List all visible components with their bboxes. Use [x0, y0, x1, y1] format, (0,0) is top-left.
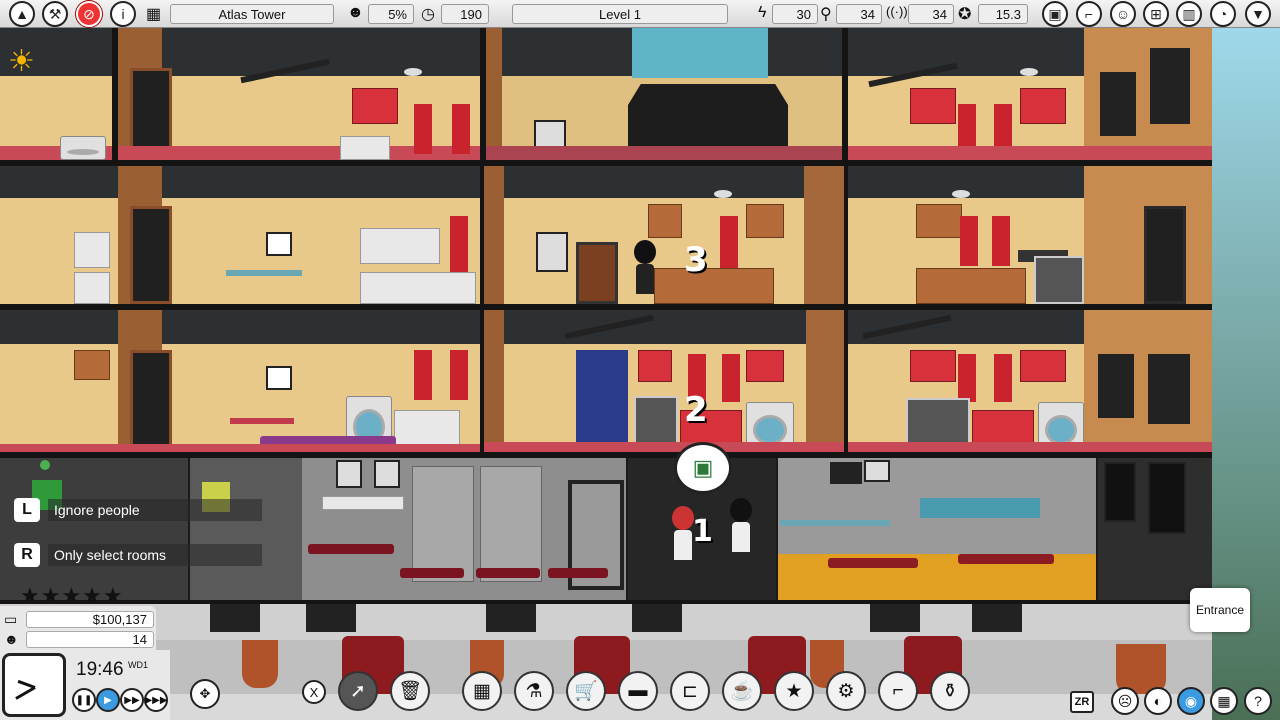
pie-chart-icon[interactable]: ◔	[1210, 1, 1236, 27]
clock-panel: 19:46 WD1 ❚❚ ▶ ▶▶ ▶▶▶	[0, 650, 170, 720]
cursor-icon[interactable]: ➚	[338, 671, 378, 711]
dining-table[interactable]	[230, 418, 294, 424]
info-icon[interactable]: i	[110, 1, 136, 27]
elevator-shaft-room[interactable]	[484, 28, 844, 160]
entrance-button[interactable]: Entrance	[1190, 588, 1250, 632]
key-r: R	[14, 543, 40, 567]
desk[interactable]	[780, 520, 890, 526]
utility-room[interactable]	[0, 458, 188, 600]
corner-room[interactable]	[1098, 458, 1212, 600]
apartment-room[interactable]	[0, 166, 480, 304]
potted-plant	[242, 640, 278, 688]
rating-value: 15.3	[978, 4, 1028, 24]
network-icon[interactable]: ⊞	[1143, 1, 1169, 27]
contrast-icon[interactable]: ◐	[1144, 687, 1172, 715]
money-icon: ▭	[4, 610, 18, 627]
fast-forward-button[interactable]: ▶▶	[120, 688, 144, 712]
play-button[interactable]: ▶	[96, 688, 120, 712]
resident-character[interactable]	[730, 498, 752, 552]
trash-icon[interactable]: 🗑	[390, 671, 430, 711]
exam-bed[interactable]	[920, 498, 1040, 518]
smiley-icon: ☻	[347, 4, 364, 21]
signal-value: 34	[908, 4, 954, 24]
grid-icon[interactable]: ▦	[1210, 687, 1238, 715]
key-x: X	[302, 680, 326, 704]
time-value: 190	[441, 4, 489, 24]
rating-icon: ✪	[958, 6, 972, 23]
wardrobe[interactable]	[576, 350, 628, 452]
hint-text: Ignore people	[48, 499, 262, 521]
resident-character[interactable]	[672, 506, 694, 560]
hint-only-select-rooms: R Only select rooms	[14, 542, 262, 568]
wc-stall-door[interactable]	[480, 466, 542, 582]
floor-number-1: 1	[692, 514, 713, 549]
no-entry-icon[interactable]: ⊘	[76, 1, 102, 27]
coffee-icon[interactable]: ☕	[722, 671, 762, 711]
apartment-room[interactable]: 2	[484, 310, 844, 452]
elevator-car[interactable]	[628, 84, 788, 154]
dropdown-icon[interactable]: ▼	[1245, 1, 1271, 27]
stats-panel: ▭ $100,137 ☻ 14	[0, 606, 156, 650]
clock-icon: ◷	[421, 6, 435, 23]
cart-icon[interactable]: 🛒	[566, 671, 606, 711]
apartment-room[interactable]	[848, 310, 1212, 452]
population-value: 14	[26, 630, 154, 648]
sun-icon: ☀	[8, 45, 35, 78]
satisfaction-value: 5%	[368, 4, 414, 24]
apartment-room[interactable]	[848, 28, 1212, 160]
stars-icon[interactable]: ★	[774, 671, 814, 711]
tower-name-field[interactable]: Atlas Tower	[170, 4, 334, 24]
bar-chart-icon[interactable]: ▥	[1176, 1, 1202, 27]
vase-icon[interactable]: ⚱	[930, 671, 970, 711]
population-icon: ☻	[4, 631, 19, 647]
up-arrow-icon[interactable]: ▲	[9, 1, 35, 27]
water-icon: ⚲	[820, 6, 832, 23]
money-value: $100,137	[26, 610, 154, 628]
fastest-button[interactable]: ▶▶▶	[144, 688, 168, 712]
building-icon: ▦	[146, 6, 162, 23]
resident-character[interactable]	[634, 240, 656, 294]
clock-day: WD1	[128, 660, 148, 670]
status-light-icon	[40, 460, 50, 470]
power-value: 30	[772, 4, 818, 24]
apartment-room[interactable]	[0, 310, 480, 452]
bed-icon[interactable]: ⊏	[670, 671, 710, 711]
building-view[interactable]: 3 2 1 ▣ ☀	[0, 28, 1280, 720]
eye-icon[interactable]: ◉	[1177, 687, 1205, 715]
power-icon: ϟ	[758, 4, 767, 21]
hint-text: Only select rooms	[48, 544, 262, 566]
controller-icon[interactable]: ✥	[190, 679, 220, 709]
cube-icon[interactable]: ▣	[1042, 1, 1068, 27]
help-icon[interactable]: ?	[1244, 687, 1272, 715]
people-icon[interactable]: ☺	[1110, 1, 1136, 27]
stairs-icon[interactable]: ⌐	[878, 671, 918, 711]
analog-clock-icon	[2, 653, 66, 717]
sad-face-icon[interactable]: ☹	[1111, 687, 1139, 715]
wc-stall-door[interactable]	[412, 466, 474, 582]
apartment-room[interactable]	[0, 28, 480, 160]
floor-number-3: 3	[684, 240, 708, 280]
hammer-icon[interactable]: ⚒	[42, 1, 68, 27]
add-room-icon[interactable]: ▦	[462, 671, 502, 711]
apartment-room[interactable]	[848, 166, 1212, 304]
gear-icon[interactable]: ⚙	[826, 671, 866, 711]
dining-table[interactable]	[226, 270, 302, 276]
signal-icon: ((·))	[886, 4, 908, 19]
water-value: 34	[836, 4, 882, 24]
apartment-room[interactable]: 3	[484, 166, 844, 304]
stairs-icon[interactable]: ⌐	[1076, 1, 1102, 27]
thought-bubble-icon: ▣	[674, 442, 732, 494]
floor-number-2: 2	[684, 390, 708, 430]
clock-time: 19:46	[76, 659, 124, 680]
restroom[interactable]	[190, 458, 626, 600]
key-l: L	[14, 498, 40, 522]
medical-room[interactable]	[778, 458, 1096, 600]
level-indicator[interactable]: Level 1	[512, 4, 728, 24]
hint-ignore-people: L Ignore people	[14, 497, 262, 523]
pause-button[interactable]: ❚❚	[72, 688, 96, 712]
top-bar: ▲ ⚒ ⊘ i ▦ Atlas Tower ☻ 5% ◷ 190 Level 1…	[0, 0, 1280, 28]
plumbing-icon[interactable]: ⚗	[514, 671, 554, 711]
sofa-icon[interactable]: ▬	[618, 671, 658, 711]
key-zr: ZR	[1070, 691, 1094, 713]
